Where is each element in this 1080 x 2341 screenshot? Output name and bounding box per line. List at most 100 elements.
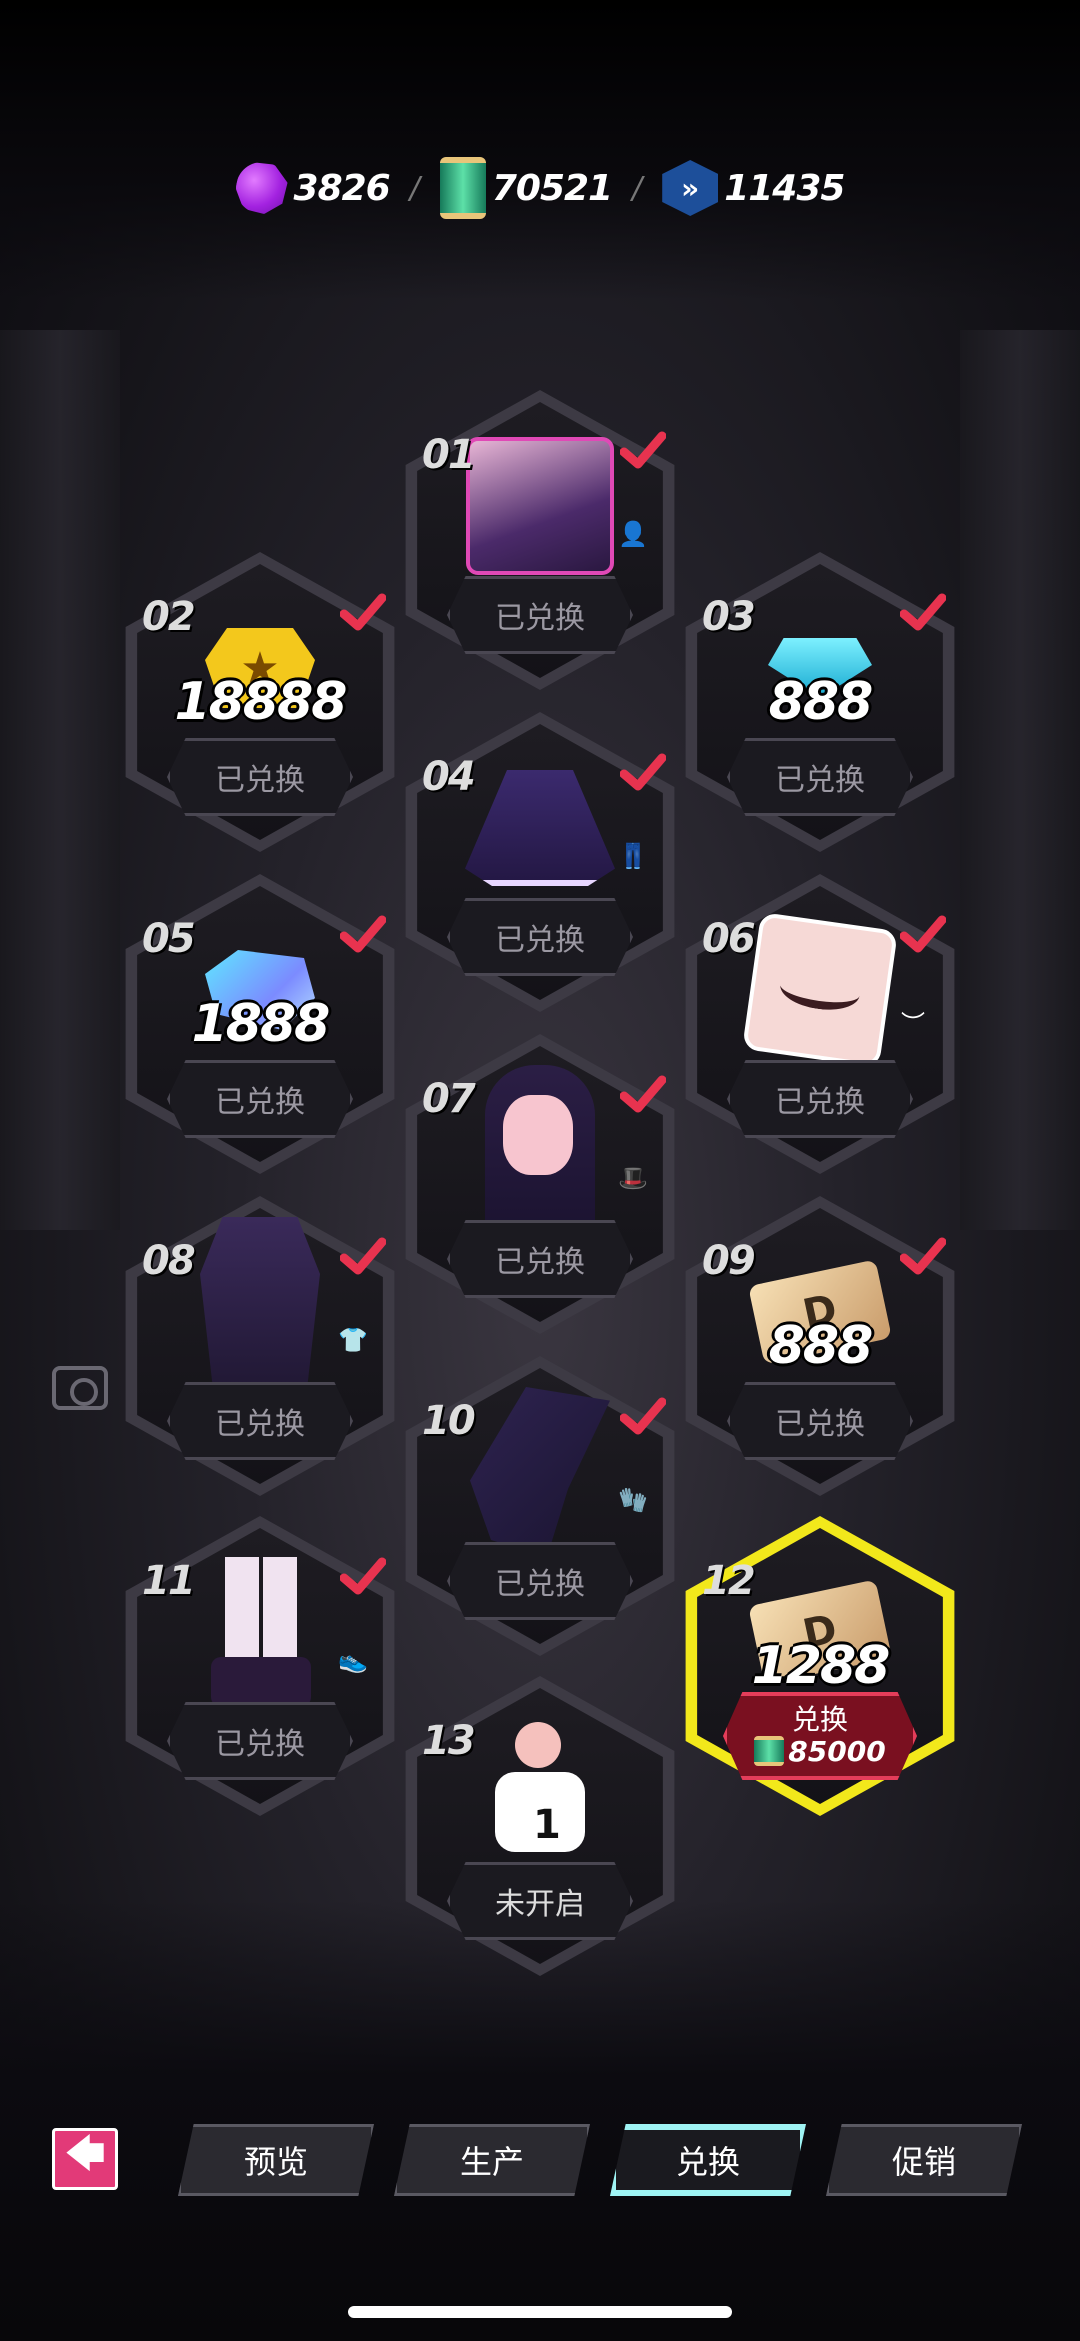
gem-currency[interactable]: 3826	[235, 162, 391, 214]
hat-icon: 🎩	[618, 1164, 648, 1192]
check-icon	[340, 1237, 386, 1275]
reward-slot-06[interactable]: 06 ︶ 已兑换	[680, 874, 960, 1174]
tab-exchange[interactable]: 兑换	[610, 2124, 806, 2196]
scroll-amount: 70521	[491, 167, 613, 209]
shirt-icon: 👕	[338, 1326, 368, 1354]
status-button[interactable]: 已兑换	[167, 1060, 353, 1138]
left-wall	[0, 330, 120, 1230]
back-button[interactable]: 🡄	[52, 2128, 118, 2190]
camera-icon[interactable]	[52, 1366, 108, 1410]
reward-slot-09[interactable]: D 09 888 已兑换	[680, 1196, 960, 1496]
check-icon	[340, 915, 386, 953]
tab-promotion[interactable]: 促销	[826, 2124, 1022, 2196]
slot-number: 06	[702, 916, 756, 962]
tab-label: 生产	[459, 2143, 524, 2181]
status-button[interactable]: 已兑换	[727, 738, 913, 816]
currency-bar: 3826 / 70521 / » 11435	[0, 157, 1080, 219]
home-indicator[interactable]	[348, 2306, 732, 2318]
redeem-button[interactable]: 兑换 85000	[723, 1692, 917, 1780]
pants-icon: 👖	[618, 842, 648, 870]
check-icon	[900, 593, 946, 631]
redeem-label: 兑换	[791, 1702, 848, 1736]
divider: /	[409, 170, 420, 206]
check-icon	[620, 1075, 666, 1113]
eyebrow-icon: ︶	[901, 1010, 925, 1038]
check-icon	[620, 753, 666, 791]
slot-number: 05	[142, 916, 196, 962]
eye-makeup-image	[742, 912, 898, 1068]
right-wall	[960, 330, 1080, 1230]
slot-badge: 1	[533, 1802, 561, 1848]
avatar-icon: 👤	[618, 520, 648, 548]
check-icon	[620, 1397, 666, 1435]
arrow-left-icon: 🡄	[64, 2131, 106, 2177]
status-button[interactable]: 已兑换	[167, 738, 353, 816]
reward-slot-01[interactable]: 01 👤 已兑换	[400, 390, 680, 690]
reward-slot-07[interactable]: 07 🎩 已兑换	[400, 1034, 680, 1334]
slot-number: 12	[702, 1558, 756, 1604]
reward-slot-13[interactable]: 1 13 未开启	[400, 1676, 680, 1976]
status-button[interactable]: 已兑换	[447, 1542, 633, 1620]
divider: /	[632, 170, 643, 206]
reward-slot-12[interactable]: D 12 1288 兑换 85000	[680, 1516, 960, 1816]
reward-amount: 888	[768, 672, 874, 732]
status-button[interactable]: 已兑换	[447, 576, 633, 654]
tab-label: 促销	[891, 2143, 956, 2181]
slot-number: 13	[422, 1718, 476, 1764]
check-icon	[900, 915, 946, 953]
skirt-image	[465, 770, 615, 886]
background-top	[0, 0, 1080, 300]
arrow-badge-icon: »	[662, 160, 719, 216]
tab-label: 预览	[243, 2143, 308, 2181]
reward-amount: 1288	[751, 1636, 891, 1696]
slot-item	[742, 912, 898, 1068]
slot-item	[185, 1557, 335, 1707]
slot-number: 02	[142, 594, 196, 640]
status-button[interactable]: 已兑换	[447, 1220, 633, 1298]
slot-number: 11	[142, 1558, 196, 1604]
status-button[interactable]: 已兑换	[167, 1382, 353, 1460]
redeem-cost: 85000	[754, 1734, 886, 1768]
reward-slot-08[interactable]: 08 👕 已兑换	[120, 1196, 400, 1496]
slot-item	[465, 1387, 615, 1557]
tab-produce[interactable]: 生产	[394, 2124, 590, 2196]
slot-number: 04	[422, 754, 476, 800]
character-icon: 1	[485, 1722, 595, 1862]
slot-item	[185, 1217, 335, 1407]
tab-label: 兑换	[675, 2143, 740, 2181]
slot-number: 01	[422, 432, 476, 478]
reward-slot-05[interactable]: 05 1888 已兑换	[120, 874, 400, 1174]
reward-amount: 888	[768, 1316, 874, 1376]
reward-slot-02[interactable]: ★ 02 18888 已兑换	[120, 552, 400, 852]
slot-item	[465, 437, 615, 575]
token-amount: 11435	[724, 167, 845, 209]
gem-amount: 3826	[293, 167, 391, 209]
status-button[interactable]: 未开启	[447, 1862, 633, 1940]
slot-item	[465, 1065, 615, 1235]
status-button[interactable]: 已兑换	[447, 898, 633, 976]
check-icon	[340, 593, 386, 631]
check-icon	[900, 1237, 946, 1275]
status-button[interactable]: 已兑换	[727, 1060, 913, 1138]
shoes-image	[205, 1557, 315, 1707]
reward-slot-03[interactable]: 03 888 已兑换	[680, 552, 960, 852]
slot-number: 10	[422, 1398, 476, 1444]
scroll-icon	[754, 1736, 785, 1766]
cost-value: 85000	[788, 1734, 886, 1768]
reward-amount: 1888	[191, 994, 331, 1054]
reward-slot-10[interactable]: 10 🧤 已兑换	[400, 1356, 680, 1656]
reward-slot-11[interactable]: 11 👟 已兑换	[120, 1516, 400, 1816]
token-currency[interactable]: » 11435	[662, 160, 845, 216]
check-icon	[340, 1557, 386, 1595]
tab-preview[interactable]: 预览	[178, 2124, 374, 2196]
glove-icon: 🧤	[618, 1486, 648, 1514]
check-icon	[620, 431, 666, 469]
scroll-currency[interactable]: 70521	[439, 157, 613, 219]
gloves-image	[470, 1387, 610, 1557]
reward-slot-04[interactable]: 04 👖 已兑换	[400, 712, 680, 1012]
slot-number: 09	[702, 1238, 756, 1284]
slot-item: 1	[465, 1722, 615, 1852]
status-button[interactable]: 已兑换	[167, 1702, 353, 1780]
status-button[interactable]: 已兑换	[727, 1382, 913, 1460]
slot-number: 07	[422, 1076, 476, 1122]
